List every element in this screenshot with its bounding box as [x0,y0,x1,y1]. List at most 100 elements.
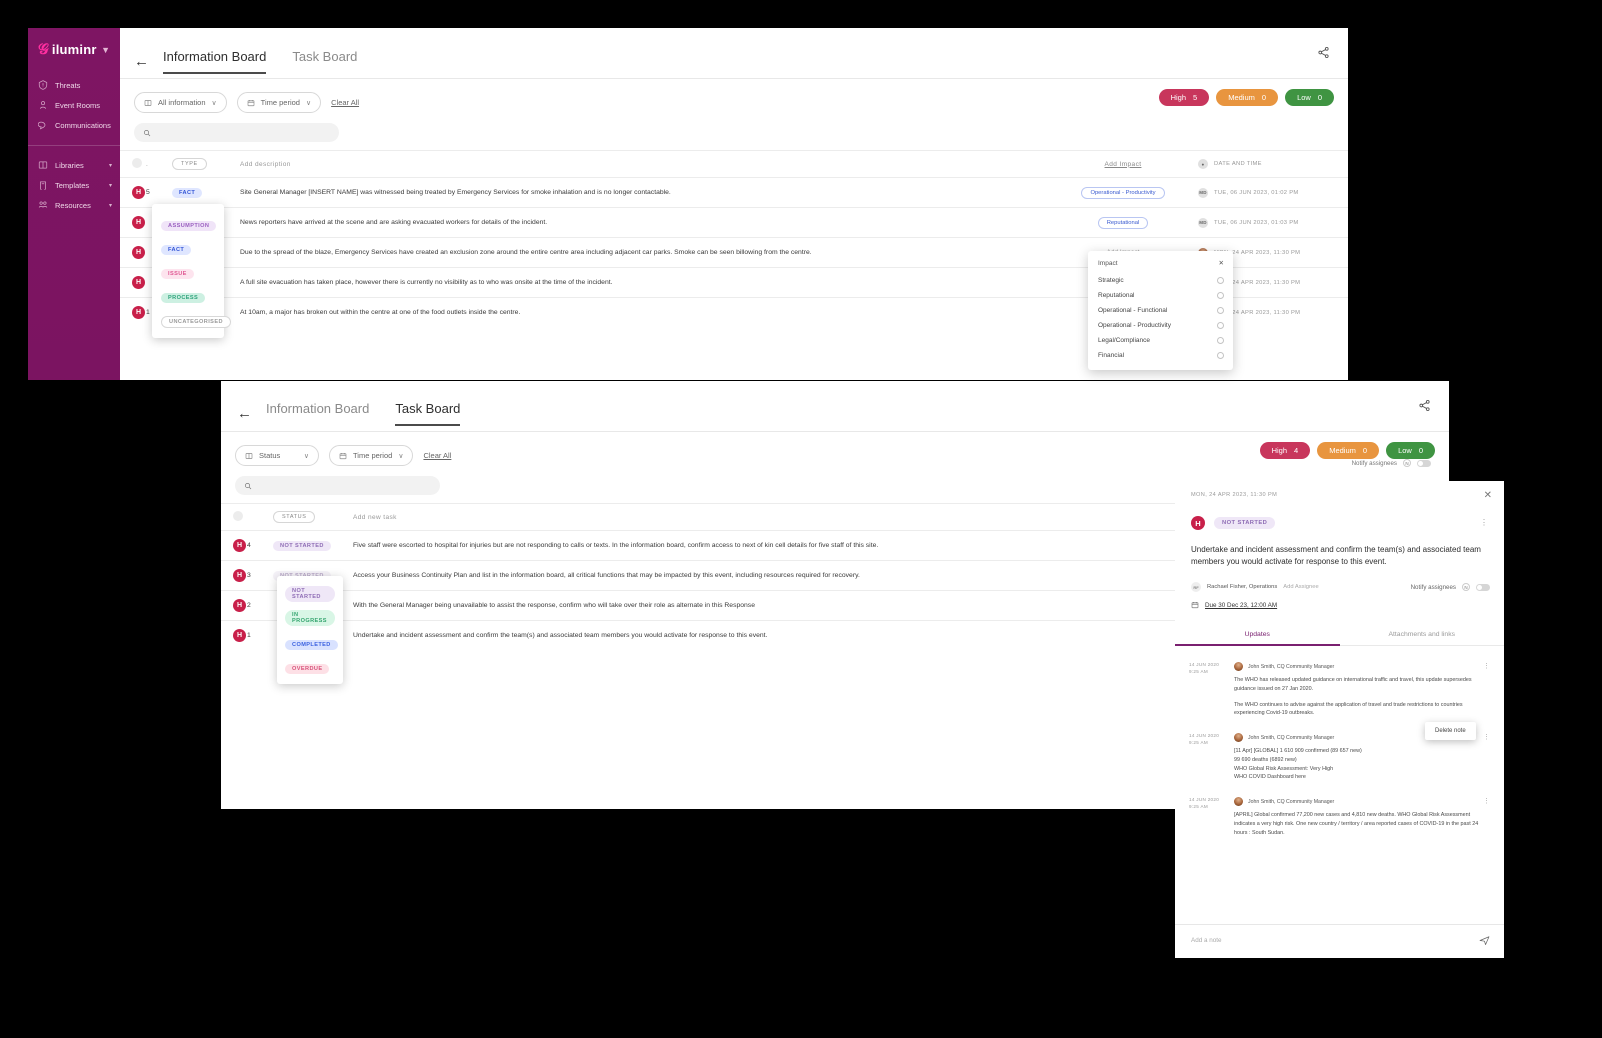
sidebar-nav-secondary: Libraries ▾ Templates ▾ Resources ▾ [28,145,120,221]
chevron-down-icon[interactable]: ▾ [109,182,112,189]
severity-high[interactable]: High 5 [1158,89,1210,106]
radio-icon[interactable] [1217,277,1224,284]
header-task[interactable]: Add new task [353,503,1309,531]
impact-popup[interactable]: Impact ✕ Strategic Reputational Operatio… [1088,251,1233,370]
filter-status[interactable]: Status ∨ [235,445,319,466]
kebab-menu-icon[interactable]: ⋮ [1483,662,1490,670]
search-input[interactable] [235,476,440,495]
pin-icon[interactable]: ▼ [101,45,110,55]
row-description[interactable]: Due to the spread of the blaze, Emergenc… [240,237,1048,268]
sidebar-item-communications[interactable]: Communications [28,115,120,135]
sidebar-item-threats[interactable]: Threats [28,75,120,95]
sidebar-item-libraries[interactable]: Libraries ▾ [28,155,120,175]
tab-attachments-and-links[interactable]: Attachments and links [1340,625,1505,645]
row-status[interactable]: NOT STARTED [273,530,353,561]
status-option-not-started[interactable]: NOT STARTED [277,582,343,606]
back-arrow-icon[interactable]: ← [237,406,252,421]
status-option-overdue[interactable]: OVERDUE [277,654,343,678]
back-arrow-icon[interactable]: ← [134,54,149,69]
notify-assignees-toggle[interactable] [1476,583,1490,591]
delete-note-tooltip[interactable]: Delete note [1425,722,1476,740]
radio-icon[interactable] [1217,337,1224,344]
row-impact[interactable]: Reputational [1048,207,1198,238]
row-description[interactable]: News reporters have arrived at the scene… [240,207,1048,238]
radio-icon[interactable] [1217,292,1224,299]
row-badge-cell: H [221,560,247,591]
severity-medium[interactable]: Medium 0 [1317,442,1380,459]
row-task[interactable]: Five staff were escorted to hospital for… [353,530,1309,561]
notify-assignees-toggle[interactable] [1417,459,1431,467]
add-note-input[interactable]: Add a note [1191,937,1221,944]
tab-task-board[interactable]: Task Board [395,401,461,426]
row-task[interactable]: Undertake and incident assessment and co… [353,620,1309,650]
select-all-checkbox[interactable] [120,150,146,178]
type-option-issue[interactable]: ISSUE [152,259,224,283]
send-icon[interactable] [1479,935,1490,946]
tab-information-board[interactable]: Information Board [163,49,267,74]
severity-medium[interactable]: Medium 0 [1216,89,1279,106]
close-icon[interactable]: ✕ [1484,491,1492,501]
radio-icon[interactable] [1217,352,1224,359]
sidebar-item-resources[interactable]: Resources ▾ [28,195,120,215]
filter-all-information[interactable]: All information ∨ [134,92,227,113]
calendar-icon [339,452,347,460]
status-dropdown-popup[interactable]: NOT STARTED IN PROGRESS COMPLETED OVERDU… [277,576,343,684]
status-tag[interactable]: NOT STARTED [1214,517,1276,529]
severity-low[interactable]: Low 0 [1386,442,1435,459]
radio-icon[interactable] [1217,307,1224,314]
search-input[interactable] [134,123,339,142]
filter-time-period[interactable]: Time period ∨ [236,92,322,113]
list-item[interactable]: 14 JUN 2020 9:25 AM John Smith, CQ Commu… [1189,662,1490,718]
radio-icon[interactable] [1217,322,1224,329]
severity-high[interactable]: High 4 [1259,442,1311,459]
sidebar-item-templates[interactable]: Templates ▾ [28,175,120,195]
chevron-down-icon[interactable]: ▾ [109,162,112,169]
type-option-fact[interactable]: FACT [152,235,224,259]
list-item[interactable]: 14 JUN 2020 9:25 AM John Smith, CQ Commu… [1189,733,1490,782]
type-option-assumption[interactable]: ASSUMPTION [152,211,224,235]
row-type[interactable]: FACT [172,177,240,208]
row-task[interactable]: With the General Manager being unavailab… [353,590,1309,621]
row-description[interactable]: Site General Manager [INSERT NAME] was w… [240,177,1048,208]
kebab-menu-icon[interactable]: ⋮ [1480,518,1488,527]
kebab-menu-icon[interactable]: ⋮ [1483,797,1490,805]
type-option-uncategorised[interactable]: UNCATEGORISED [152,307,231,331]
clear-all-button[interactable]: Clear All [331,98,359,107]
tab-information-board[interactable]: Information Board [266,401,369,426]
chevron-down-icon[interactable]: ▾ [109,202,112,209]
impact-option-strategic[interactable]: Strategic [1088,273,1233,288]
select-all-checkbox[interactable] [221,503,247,531]
impact-option-operational-functional[interactable]: Operational - Functional [1088,303,1233,318]
type-option-process[interactable]: PROCESS [152,283,224,307]
list-item[interactable]: 14 JUN 2020 9:25 AM John Smith, CQ Commu… [1189,797,1490,837]
row-description[interactable]: A full site evacuation has taken place, … [240,267,1048,298]
add-assignee-button[interactable]: Add Assignee [1283,584,1318,590]
severity-low[interactable]: Low 0 [1285,89,1334,106]
impact-option-legal-compliance[interactable]: Legal/Compliance [1088,333,1233,348]
sidebar-item-event-rooms[interactable]: Event Rooms [28,95,120,115]
filter-time-period[interactable]: Time period ∨ [329,445,414,466]
clear-all-button[interactable]: Clear All [423,451,451,460]
row-description[interactable]: At 10am, a major has broken out within t… [240,297,1048,327]
impact-option-operational-productivity[interactable]: Operational - Productivity [1088,318,1233,333]
share-icon[interactable] [1418,399,1431,412]
share-icon[interactable] [1317,46,1330,59]
impact-option-financial[interactable]: Financial [1088,348,1233,363]
row-task[interactable]: Access your Business Continuity Plan and… [353,560,1309,591]
table-row[interactable]: H 5 FACT Site General Manager [INSERT NA… [120,177,1348,208]
status-option-completed[interactable]: COMPLETED [277,630,343,654]
status-option-in-progress[interactable]: IN PROGRESS [277,606,343,630]
table-row[interactable]: H News reporters have arrived at the sce… [120,207,1348,238]
type-dropdown-popup[interactable]: ASSUMPTION FACT ISSUE PROCESS UNCATEGORI… [152,204,231,338]
header-impact[interactable]: Add Impact [1048,150,1198,178]
task-detail-due-row[interactable]: Due 30 Dec 23, 12:00 AM [1191,601,1490,609]
task-detail-due-label[interactable]: Due 30 Dec 23, 12:00 AM [1205,602,1277,609]
kebab-menu-icon[interactable]: ⋮ [1483,733,1490,741]
header-description[interactable]: Add description [240,150,1048,178]
row-impact[interactable]: Operational - Productivity [1048,177,1198,208]
sidebar-label-templates: Templates [55,180,90,190]
tab-updates[interactable]: Updates [1175,625,1340,646]
close-icon[interactable]: ✕ [1219,259,1224,267]
tab-task-board[interactable]: Task Board [292,49,357,74]
impact-option-reputational[interactable]: Reputational [1088,288,1233,303]
